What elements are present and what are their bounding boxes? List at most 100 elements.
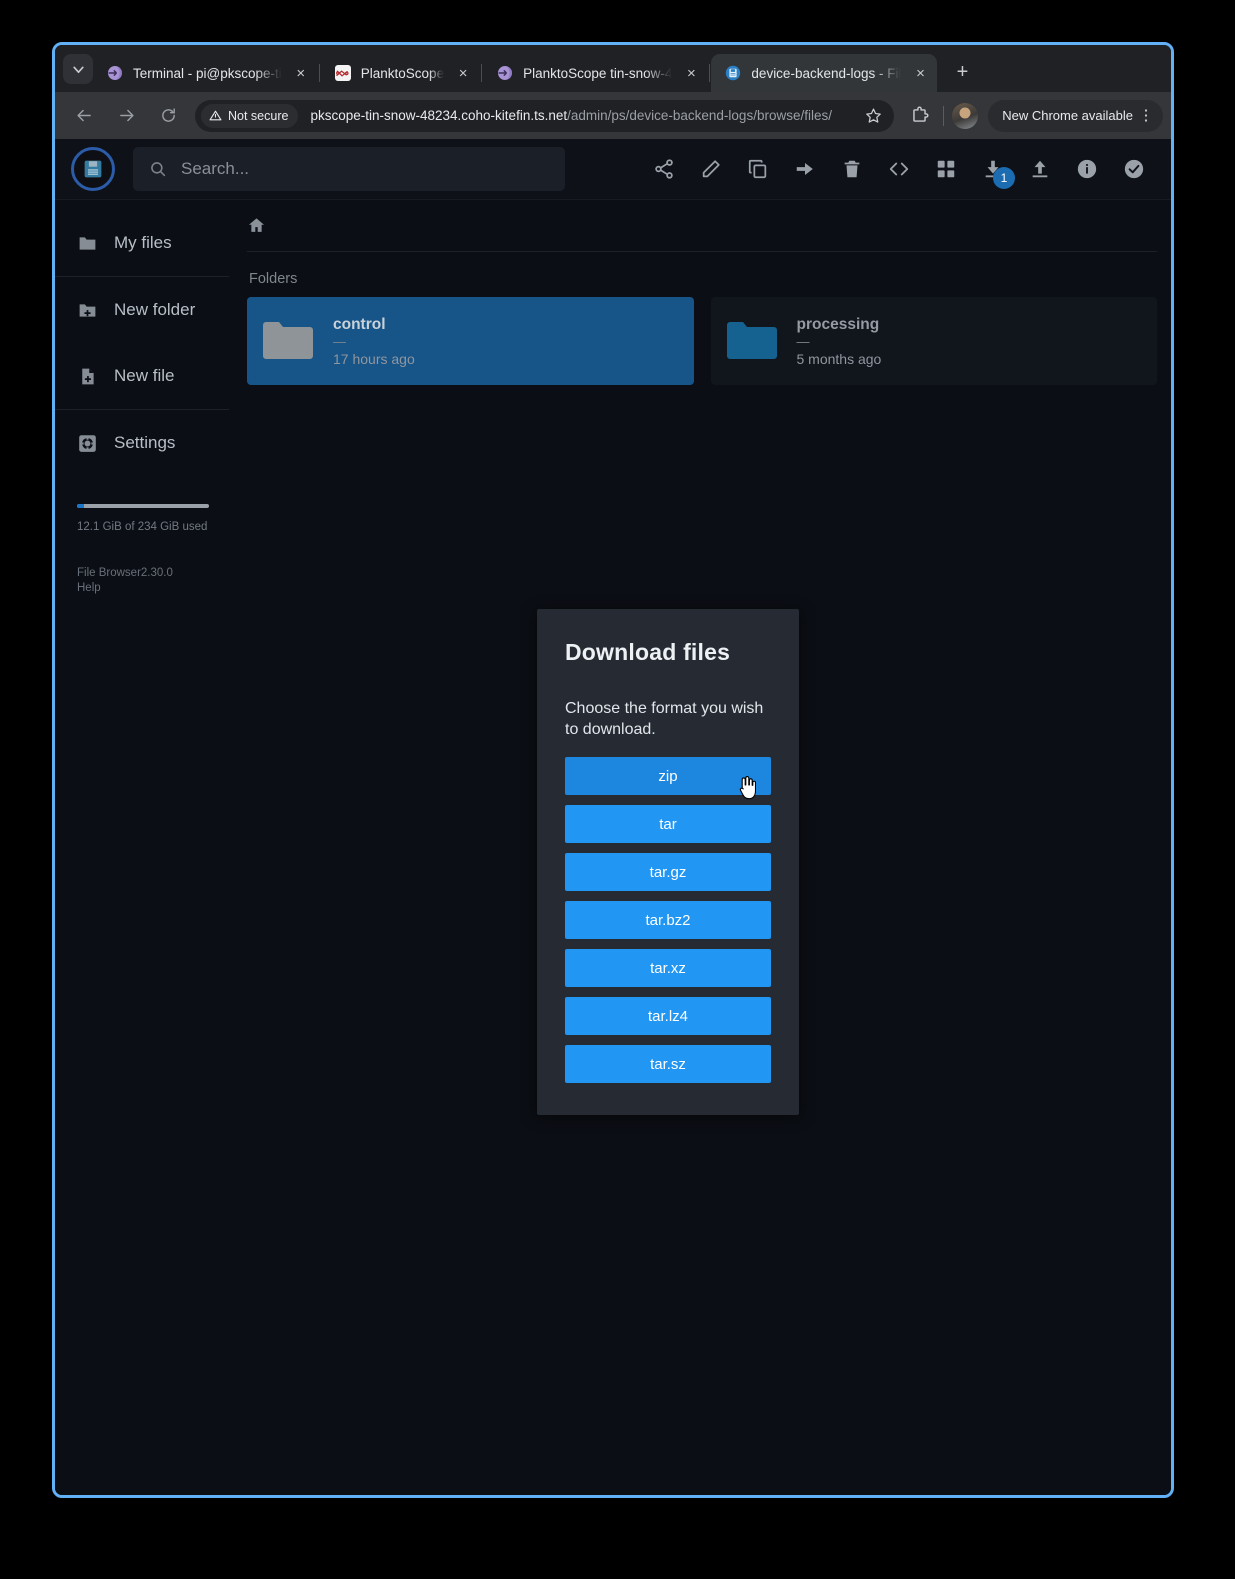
tab-search-button[interactable] [63,54,93,84]
home-icon[interactable] [247,216,266,235]
folder-size: — [333,333,346,349]
browser-menu-button[interactable]: ⋮ [1133,108,1159,123]
storage-usage-label: 12.1 GiB of 234 GiB used [77,521,208,533]
sidebar-item-label: New folder [114,300,196,319]
folder-card-processing[interactable]: processing — 5 months ago [710,297,1157,385]
info-button[interactable] [1063,147,1110,191]
filebrowser-logo[interactable] [71,147,115,191]
view-switch-button[interactable] [922,147,969,191]
tab-divider [481,64,483,82]
browser-tab-planktoscope-tinsnow[interactable]: PlanktoScope tin-snow-4 × [483,54,708,92]
download-button[interactable]: 1 [969,147,1016,191]
sidebar-item-new-file[interactable]: New file [55,343,229,409]
url-path: /admin/ps/device-backend-logs/browse/fil… [567,108,832,123]
tab-divider [318,64,320,82]
search-placeholder: Search... [181,159,250,178]
info-icon [1077,159,1096,179]
sidebar-item-label: My files [114,233,172,252]
url-host: pkscope-tin-snow-48234.coho-kitefin.ts.n… [310,108,568,123]
chrome-update-label: New Chrome available [1002,108,1133,123]
arrow-right-icon [119,109,134,122]
folder-icon [263,322,313,359]
chrome-update-button[interactable]: New Chrome available ⋮ [988,99,1163,132]
tab-close-button[interactable]: × [909,62,931,84]
download-format-tar-lz4[interactable]: tar.lz4 [565,997,771,1035]
browser-window: Terminal - pi@pkscope-ti × PlanktoScope … [52,42,1174,1498]
share-icon [654,159,673,179]
storage-progress-fill [77,504,84,508]
sidebar-group-create: New folder New file [55,277,229,410]
version-label: File Browser2.30.0 [77,567,173,579]
help-link[interactable]: Help [77,582,209,594]
storage-progress-bar [77,504,209,508]
address-bar[interactable]: Not secure pkscope-tin-snow-48234.coho-k… [195,99,895,132]
chevron-down-icon [72,66,84,73]
folder-plus-icon [79,303,96,317]
folder-meta: control — 17 hours ago [333,316,415,367]
avatar[interactable] [952,102,979,129]
upload-button[interactable] [1016,147,1063,191]
folders-heading: Folders [249,271,298,287]
bookmark-star-icon[interactable] [860,107,886,124]
gear-icon [79,434,96,452]
folder-modified: 17 hours ago [333,350,415,367]
sidebar-item-new-folder[interactable]: New folder [55,277,229,343]
warning-triangle-icon [209,110,222,121]
not-secure-label: Not secure [228,108,289,123]
browser-tab-terminal[interactable]: Terminal - pi@pkscope-ti × [93,54,318,92]
dialog-title: Download files [565,639,731,665]
dialog-description: Choose the format you wish to download. [565,700,764,738]
forward-button[interactable] [110,100,142,132]
sidebar-group-files: My files [55,210,229,277]
copy-button[interactable] [734,147,781,191]
move-button[interactable] [781,147,828,191]
download-format-tar-bz2[interactable]: tar.bz2 [565,901,771,939]
move-arrow-icon [796,163,813,175]
filebrowser-icon [725,65,741,81]
download-format-tar-gz[interactable]: tar.gz [565,853,771,891]
new-tab-button[interactable]: + [947,57,977,87]
sidebar-item-my-files[interactable]: My files [55,210,229,276]
copy-icon [748,159,766,179]
tab-divider [709,64,711,82]
browser-tab-title: PlanktoScope [360,65,445,81]
download-format-tar-xz[interactable]: tar.xz [565,949,771,987]
not-secure-chip[interactable]: Not secure [201,103,299,128]
folder-name: control [333,315,386,333]
puzzle-piece-icon [912,106,929,122]
sidebar: My files New folder New file Settings 12… [55,200,229,1495]
tab-close-button[interactable]: × [452,62,474,84]
browser-tab-device-backend-logs[interactable]: device-backend-logs - Fil × [711,54,938,92]
delete-button[interactable] [828,147,875,191]
download-format-tar-sz[interactable]: tar.sz [565,1045,771,1083]
url-text: pkscope-tin-snow-48234.coho-kitefin.ts.n… [310,108,860,123]
folder-card-control[interactable]: control — 17 hours ago [247,297,694,385]
browser-tab-title: PlanktoScope tin-snow-4 [523,65,673,81]
code-view-button[interactable] [875,147,922,191]
reload-icon [161,108,175,122]
delete-trash-icon [844,160,859,178]
globe-purple-icon [497,65,513,81]
tab-close-button[interactable]: × [290,62,312,84]
browser-tab-strip: Terminal - pi@pkscope-ti × PlanktoScope … [55,45,1171,92]
extensions-button[interactable] [903,100,935,132]
sidebar-item-label: New file [114,366,175,385]
toolbar-divider [943,105,945,126]
back-button[interactable] [68,100,100,132]
rename-button[interactable] [687,147,734,191]
select-all-button[interactable] [1110,147,1157,191]
download-format-tar[interactable]: tar [565,805,771,843]
download-format-zip[interactable]: zip [565,757,771,795]
browser-tab-planktoscope[interactable]: PlanktoScope × [321,54,480,92]
sidebar-item-settings[interactable]: Settings [55,410,229,476]
planktoscope-icon [334,65,351,81]
share-button[interactable] [640,147,687,191]
upload-icon [1032,160,1047,178]
toolbar-actions: 1 [640,147,1157,191]
tab-close-button[interactable]: × [680,62,702,84]
browser-tab-title: device-backend-logs - Fil [751,65,902,81]
search-input[interactable]: Search... [133,147,565,191]
download-count-badge: 1 [993,167,1015,189]
sidebar-footer: File Browser2.30.0 Help [55,533,229,594]
reload-button[interactable] [152,100,184,132]
